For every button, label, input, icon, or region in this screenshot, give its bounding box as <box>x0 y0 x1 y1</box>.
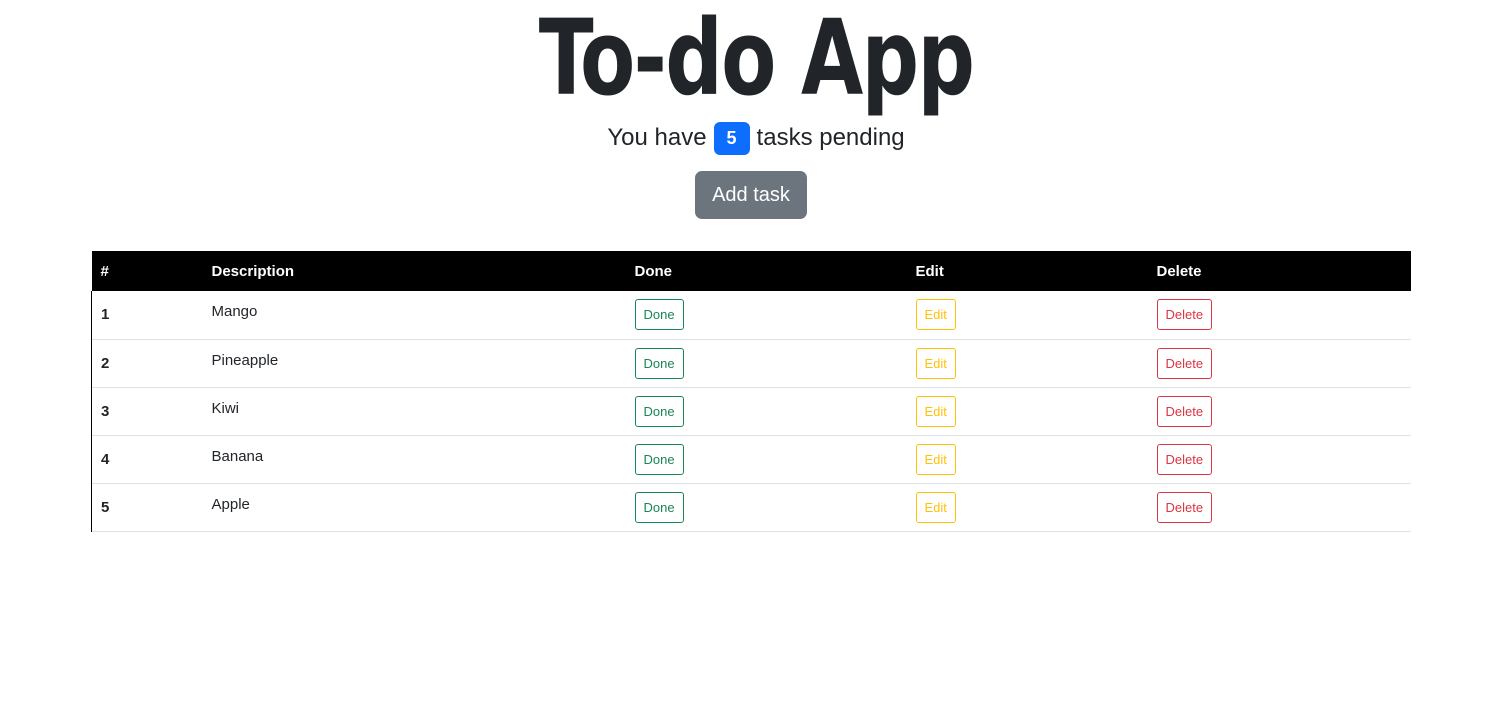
edit-cell: Edit <box>907 339 1148 387</box>
header-number: # <box>100 262 109 280</box>
table-row: 5 Apple Done Edit Delete <box>91 483 1412 531</box>
header-description: Description <box>211 262 295 280</box>
row-number: 2 <box>91 339 203 387</box>
edit-cell: Edit <box>907 387 1148 435</box>
tasks-table: # Description Done Edit Delete 1 Mango D… <box>91 251 1411 532</box>
delete-button[interactable]: Delete <box>1156 443 1213 475</box>
header-done: Done <box>634 262 673 280</box>
edit-cell: Edit <box>907 435 1148 483</box>
row-description: Kiwi <box>211 399 240 417</box>
row-description: Mango <box>211 303 258 321</box>
done-cell: Done <box>626 387 907 435</box>
table-row: 2 Pineapple Done Edit Delete <box>91 339 1412 387</box>
done-cell: Done <box>626 435 907 483</box>
table-body: 1 Mango Done Edit Delete 2 Pineapple Don… <box>91 291 1412 531</box>
done-button[interactable]: Done <box>634 347 684 379</box>
add-task-button[interactable]: Add task <box>695 171 807 219</box>
edit-button[interactable]: Edit <box>915 299 956 331</box>
delete-button[interactable]: Delete <box>1156 299 1213 331</box>
done-button[interactable]: Done <box>634 491 684 523</box>
table-row: 1 Mango Done Edit Delete <box>91 291 1412 339</box>
edit-cell: Edit <box>907 483 1148 531</box>
done-cell: Done <box>626 339 907 387</box>
header-delete: Delete <box>1156 262 1202 280</box>
page-title: To-do App <box>538 0 975 119</box>
pending-prefix: You have <box>607 124 707 151</box>
delete-button[interactable]: Delete <box>1156 347 1213 379</box>
done-button[interactable]: Done <box>634 395 684 427</box>
pending-summary: You have 5 tasks pending <box>0 120 1512 156</box>
done-cell: Done <box>626 291 907 339</box>
done-button[interactable]: Done <box>634 443 684 475</box>
delete-cell: Delete <box>1148 291 1412 339</box>
done-cell: Done <box>626 483 907 531</box>
row-number: 3 <box>91 387 203 435</box>
delete-button[interactable]: Delete <box>1156 395 1213 427</box>
row-number: 4 <box>91 435 203 483</box>
row-description: Apple <box>211 495 250 513</box>
table-row: 3 Kiwi Done Edit Delete <box>91 387 1412 435</box>
row-description: Banana <box>211 447 264 465</box>
edit-cell: Edit <box>907 291 1148 339</box>
delete-cell: Delete <box>1148 435 1412 483</box>
table-header: # Description Done Edit Delete <box>91 251 1411 291</box>
row-description: Pineapple <box>211 351 279 369</box>
row-number: 1 <box>91 291 203 339</box>
edit-button[interactable]: Edit <box>915 347 956 379</box>
pending-count-badge: 5 <box>713 121 750 155</box>
table-row: 4 Banana Done Edit Delete <box>91 435 1412 483</box>
pending-suffix: tasks pending <box>756 124 905 151</box>
edit-button[interactable]: Edit <box>915 443 956 475</box>
delete-cell: Delete <box>1148 483 1412 531</box>
delete-button[interactable]: Delete <box>1156 491 1213 523</box>
row-number: 5 <box>91 483 203 531</box>
header-edit: Edit <box>915 262 944 280</box>
table-header-row: # Description Done Edit Delete <box>91 251 1411 291</box>
edit-button[interactable]: Edit <box>915 395 956 427</box>
done-button[interactable]: Done <box>634 299 684 331</box>
todo-app: To-do App You have 5 tasks pending Add t… <box>0 0 1512 706</box>
edit-button[interactable]: Edit <box>915 491 956 523</box>
delete-cell: Delete <box>1148 387 1412 435</box>
delete-cell: Delete <box>1148 339 1412 387</box>
